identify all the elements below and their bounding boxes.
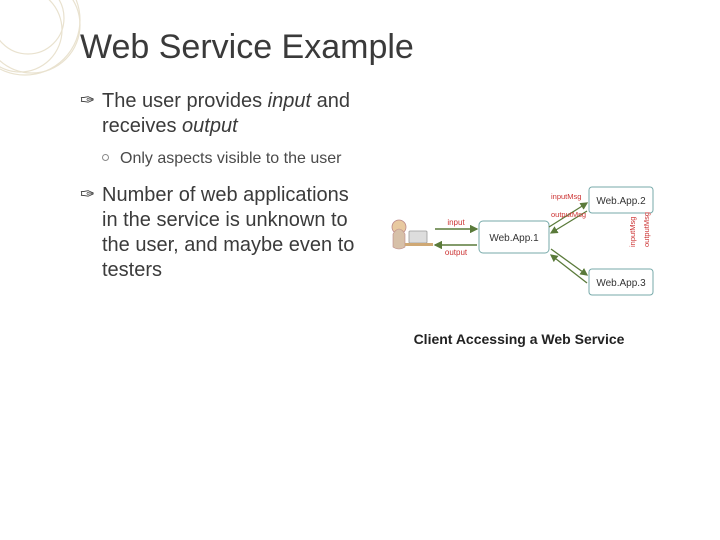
arrow-outputmsg1: outputMsg <box>551 210 586 219</box>
webapp3-label: Web.App.3 <box>596 278 646 289</box>
bullet-icon: ✑ <box>80 91 95 109</box>
bullet-1: ✑ The user provides input and receives o… <box>80 89 360 139</box>
bullet-1-output: output <box>182 115 238 137</box>
bullet-column: ✑ The user provides input and receives o… <box>80 89 360 347</box>
diagram-column: Web.App.1 Web.App.2 Web.App.3 input outp… <box>378 89 660 347</box>
arrow-output: output <box>445 248 468 257</box>
subbullet-icon <box>102 154 109 161</box>
diagram-caption: Client Accessing a Web Service <box>414 331 625 347</box>
arrow-inputmsg1: inputMsg <box>551 192 581 201</box>
arrow-inputmsg2: inputMsg <box>628 217 637 247</box>
bullet-1-text-a: The user provides <box>102 90 268 112</box>
slide: Web Service Example ✑ The user provides … <box>0 0 720 540</box>
webservice-diagram: Web.App.1 Web.App.2 Web.App.3 input outp… <box>379 169 659 319</box>
bullet-icon: ✑ <box>80 185 95 203</box>
arrow-outputmsg2: outputMsg <box>642 212 651 247</box>
webapp1-label: Web.App.1 <box>489 233 539 244</box>
client-icon <box>392 220 433 249</box>
bullet-3-text: Number of web applications in the servic… <box>102 184 354 281</box>
arrow-input: input <box>447 218 465 227</box>
bullet-2: Only aspects visible to the user <box>80 149 360 169</box>
webapp2-label: Web.App.2 <box>596 196 646 207</box>
page-title: Web Service Example <box>80 28 660 67</box>
bullet-3: ✑ Number of web applications in the serv… <box>80 183 360 283</box>
bullet-2-text: Only aspects visible to the user <box>120 150 341 167</box>
bullet-1-input: input <box>268 90 311 112</box>
content-row: ✑ The user provides input and receives o… <box>80 89 660 347</box>
